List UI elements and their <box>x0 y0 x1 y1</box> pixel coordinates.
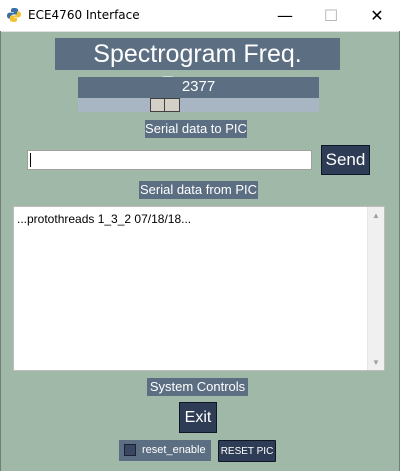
send-button[interactable]: Send <box>321 145 370 175</box>
slider-value: 2377 <box>181 78 216 95</box>
scroll-up-icon[interactable]: ▲ <box>368 207 384 223</box>
serial-from-pic-label: Serial data from PIC <box>139 181 258 199</box>
window-titlebar: ECE4760 Interface — ☐ ✕ <box>0 0 400 32</box>
checkbox-box[interactable] <box>124 444 136 456</box>
slider-track[interactable] <box>78 98 319 112</box>
maximize-icon: ☐ <box>323 6 339 25</box>
system-controls-label: System Controls <box>147 378 248 396</box>
maximize-button[interactable]: ☐ <box>308 0 354 31</box>
close-icon: ✕ <box>370 6 384 25</box>
close-button[interactable]: ✕ <box>354 0 400 31</box>
serial-to-pic-label: Serial data to PIC <box>145 120 247 138</box>
serial-output-text: ...protothreads 1_3_2 07/18/18... <box>17 212 192 226</box>
page-title: Spectrogram Freq. Range <box>55 38 340 100</box>
minimize-button[interactable]: — <box>262 0 308 31</box>
vertical-scrollbar[interactable]: ▲ ▼ <box>367 207 384 370</box>
scroll-down-icon[interactable]: ▼ <box>368 354 384 370</box>
python-icon <box>7 8 21 22</box>
slider-thumb[interactable] <box>150 98 180 112</box>
reset-enable-label: reset_enable <box>142 444 206 456</box>
text-caret <box>30 153 31 167</box>
window-title: ECE4760 Interface <box>28 8 140 22</box>
window-frame-left <box>0 31 1 471</box>
serial-output-textarea[interactable]: ...protothreads 1_3_2 07/18/18... ▲ ▼ <box>13 206 385 371</box>
reset-pic-button[interactable]: RESET PIC <box>218 440 276 462</box>
exit-button[interactable]: Exit <box>179 402 217 433</box>
serial-input[interactable] <box>27 150 312 170</box>
reset-enable-checkbox[interactable]: reset_enable <box>119 440 211 461</box>
minimize-icon: — <box>277 6 293 25</box>
